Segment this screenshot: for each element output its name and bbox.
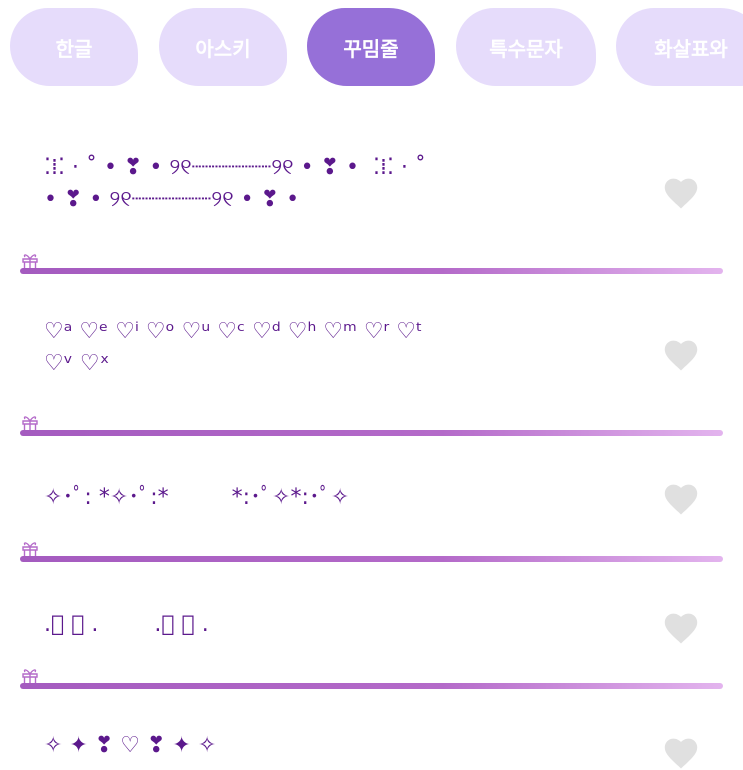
tab-label: 화살표와 [654,36,728,61]
decoration-text: ⁚⁞⁚ ⋅ ˚ • ❣ • ୨୧┈┈┈┈┈┈୨୧ • ❣ • ⁚⁞⁚ ⋅ ˚ •… [44,155,426,212]
gift-icon [22,416,38,432]
list-item[interactable]: ♡ᵃ ♡ᵉ ♡ⁱ ♡ᵒ ♡ᵘ ♡ᶜ ♡ᵈ ♡ʰ ♡ᵐ ♡ʳ ♡ᵗ ♡ᵛ ♡ˣ [0,280,743,440]
heart-icon[interactable] [662,482,700,516]
gift-icon [22,542,38,558]
divider-line [20,683,723,689]
heart-icon[interactable] [662,338,700,372]
gift-icon [22,254,38,270]
divider-line [20,268,723,274]
tab-special-characters[interactable]: 특수문자 [456,8,596,86]
divider-line [20,556,723,562]
decoration-text: ✧･ﾟ: *✧･ﾟ:* *:･ﾟ✧*:･ﾟ✧ [44,485,350,510]
tab-label: 아스키 [195,36,251,61]
decoration-text: ✧ ✦ ❣ ♡ ❣ ✦ ✧ [44,733,217,758]
tab-label: 특수문자 [489,36,563,61]
tab-label: 꾸밈줄 [343,36,399,61]
list-item[interactable]: ⁚⁞⁚ ⋅ ˚ • ❣ • ୨୧┈┈┈┈┈┈୨୧ • ❣ • ⁚⁞⁚ ⋅ ˚ •… [0,120,743,280]
category-tab-bar: 한글 아스키 꾸밈줄 특수문자 화살표와 [10,8,743,86]
tab-arrows[interactable]: 화살표와 [616,8,743,86]
list-item[interactable]: ✧ ✦ ❣ ♡ ❣ ✦ ✧ [0,690,743,769]
list-item[interactable]: .ﾟ ﾟ . .ﾟ ﾟ . [0,565,743,690]
heart-icon[interactable] [662,611,700,645]
divider [20,412,723,436]
divider [20,538,723,562]
divider [20,250,723,274]
heart-icon[interactable] [662,176,700,210]
list-item[interactable]: ✧･ﾟ: *✧･ﾟ:* *:･ﾟ✧*:･ﾟ✧ [0,440,743,565]
divider-line [20,430,723,436]
tab-ascii[interactable]: 아스키 [159,8,287,86]
tab-hangul[interactable]: 한글 [10,8,138,86]
decoration-text: .ﾟ ﾟ . .ﾟ ﾟ . [44,612,209,637]
divider [20,665,723,689]
decoration-text: ♡ᵃ ♡ᵉ ♡ⁱ ♡ᵒ ♡ᵘ ♡ᶜ ♡ᵈ ♡ʰ ♡ᵐ ♡ʳ ♡ᵗ ♡ᵛ ♡ˣ [44,319,423,376]
tab-decoration-lines[interactable]: 꾸밈줄 [307,8,435,86]
tab-label: 한글 [55,36,93,61]
heart-icon[interactable] [662,736,700,770]
gift-icon [22,669,38,685]
